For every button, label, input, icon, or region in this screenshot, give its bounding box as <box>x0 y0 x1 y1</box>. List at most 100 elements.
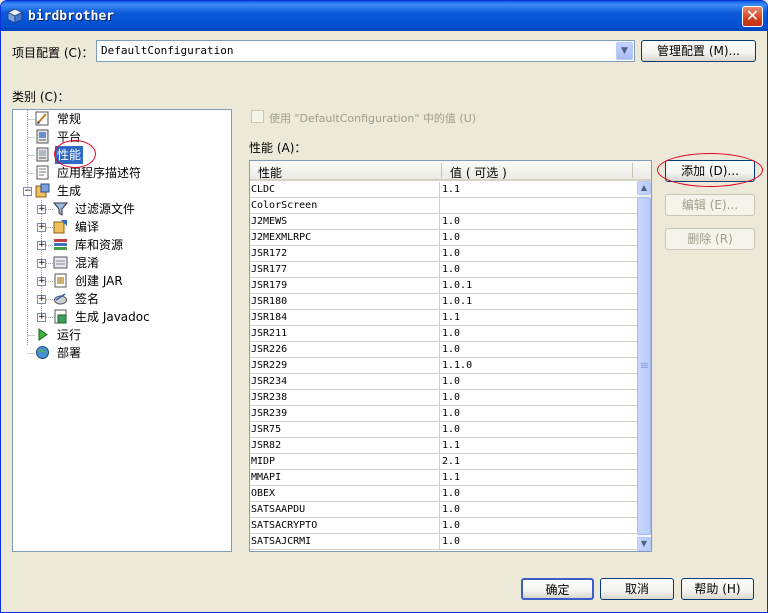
add-button[interactable]: 添加 (D)... <box>665 160 755 182</box>
collapse-toggle[interactable]: − <box>23 187 32 196</box>
column-header-value[interactable]: 值 ( 可选 ) <box>450 164 507 181</box>
ability-value-cell[interactable]: 1.0 <box>442 246 637 262</box>
title-bar[interactable]: birdbrother ✕ <box>1 1 767 31</box>
table-row[interactable]: JSR75 1.0 <box>250 422 639 438</box>
ability-name-cell[interactable]: JSR229 <box>251 358 440 374</box>
table-row[interactable]: MMAPI 1.1 <box>250 470 639 486</box>
ability-name-cell[interactable]: SATSAJCRMI <box>251 534 440 550</box>
expand-toggle[interactable]: + <box>37 313 46 322</box>
table-row[interactable]: JSR184 1.1 <box>250 310 639 326</box>
ability-name-cell[interactable]: JSR180 <box>251 294 440 310</box>
table-row[interactable]: JSR177 1.0 <box>250 262 639 278</box>
ability-value-cell[interactable] <box>442 198 637 214</box>
scroll-up-button[interactable]: ▲ <box>637 181 651 195</box>
help-button[interactable]: 帮助 (H) <box>681 578 754 600</box>
remove-button[interactable]: 删除 (R) <box>665 228 755 250</box>
ability-name-cell[interactable]: JSR239 <box>251 406 440 422</box>
ability-value-cell[interactable]: 1.0 <box>442 518 637 534</box>
ability-name-cell[interactable]: JSR172 <box>251 246 440 262</box>
expand-toggle[interactable]: + <box>37 205 46 214</box>
ability-value-cell[interactable]: 1.0 <box>442 390 637 406</box>
ability-name-cell[interactable]: MIDP <box>251 454 440 470</box>
column-divider[interactable] <box>441 163 442 178</box>
table-row[interactable]: CLDC 1.1 <box>250 182 639 198</box>
ability-name-cell[interactable]: ColorScreen <box>251 198 440 214</box>
project-properties-dialog: birdbrother ✕ 项目配置 (C)： DefaultConfigura… <box>0 0 768 613</box>
vertical-scrollbar[interactable]: ▲ ▼ <box>637 181 651 551</box>
scroll-thumb[interactable] <box>637 197 651 535</box>
cancel-button[interactable]: 取消 <box>600 578 674 600</box>
ability-name-cell[interactable]: JSR82 <box>251 438 440 454</box>
ability-name-cell[interactable]: JSR179 <box>251 278 440 294</box>
ability-value-cell[interactable]: 1.0.1 <box>442 294 637 310</box>
ability-value-cell[interactable]: 1.1 <box>442 470 637 486</box>
ability-name-cell[interactable]: JSR177 <box>251 262 440 278</box>
expand-toggle[interactable]: + <box>37 295 46 304</box>
ability-value-cell[interactable]: 2.1 <box>442 454 637 470</box>
ability-value-cell[interactable]: 1.0 <box>442 230 637 246</box>
ability-value-cell[interactable]: 1.0 <box>442 406 637 422</box>
table-row[interactable]: JSR82 1.1 <box>250 438 639 454</box>
table-row[interactable]: JSR180 1.0.1 <box>250 294 639 310</box>
ability-value-cell[interactable]: 1.0 <box>442 326 637 342</box>
table-row[interactable]: J2MEXMLRPC 1.0 <box>250 230 639 246</box>
table-row[interactable]: MIDP 2.1 <box>250 454 639 470</box>
ability-name-cell[interactable]: JSR75 <box>251 422 440 438</box>
tree-item-label: 性能 <box>55 146 84 164</box>
edit-button[interactable]: 编辑 (E)... <box>665 194 755 216</box>
table-row[interactable]: JSR229 1.1.0 <box>250 358 639 374</box>
ability-name-cell[interactable]: CLDC <box>251 182 440 198</box>
chevron-down-icon[interactable]: ▼ <box>616 42 633 60</box>
table-row[interactable]: JSR179 1.0.1 <box>250 278 639 294</box>
ability-value-cell[interactable]: 1.0 <box>442 342 637 358</box>
table-row[interactable]: SATSACRYPTO 1.0 <box>250 518 639 534</box>
close-button[interactable]: ✕ <box>742 6 763 27</box>
ability-name-cell[interactable]: J2MEXMLRPC <box>251 230 440 246</box>
ability-value-cell[interactable]: 1.1 <box>442 438 637 454</box>
ability-value-cell[interactable]: 1.0.1 <box>442 278 637 294</box>
use-default-checkbox[interactable] <box>251 110 264 123</box>
expand-toggle[interactable]: + <box>37 259 46 268</box>
ability-value-cell[interactable]: 1.0 <box>442 502 637 518</box>
ability-name-cell[interactable]: OBEX <box>251 486 440 502</box>
tree-item-label: 应用程序描述符 <box>57 166 142 180</box>
table-row[interactable]: JSR234 1.0 <box>250 374 639 390</box>
expand-toggle[interactable]: + <box>37 223 46 232</box>
config-select[interactable]: DefaultConfiguration ▼ <box>96 40 635 62</box>
ability-name-cell[interactable]: JSR211 <box>251 326 440 342</box>
table-row[interactable]: JSR238 1.0 <box>250 390 639 406</box>
ability-value-cell[interactable]: 1.1 <box>442 182 637 198</box>
ability-value-cell[interactable]: 1.1.0 <box>442 358 637 374</box>
table-row[interactable]: JSR226 1.0 <box>250 342 639 358</box>
expand-toggle[interactable]: + <box>37 277 46 286</box>
ability-name-cell[interactable]: SATSAAPDU <box>251 502 440 518</box>
table-row[interactable]: J2MEWS 1.0 <box>250 214 639 230</box>
column-header-ability[interactable]: 性能 <box>258 164 282 181</box>
ability-name-cell[interactable]: SATSACRYPTO <box>251 518 440 534</box>
table-row[interactable]: SATSAAPDU 1.0 <box>250 502 639 518</box>
ability-value-cell[interactable]: 1.0 <box>442 262 637 278</box>
table-row[interactable]: OBEX 1.0 <box>250 486 639 502</box>
table-row[interactable]: JSR239 1.0 <box>250 406 639 422</box>
table-row[interactable]: JSR211 1.0 <box>250 326 639 342</box>
ability-value-cell[interactable]: 1.0 <box>442 486 637 502</box>
ability-value-cell[interactable]: 1.0 <box>442 374 637 390</box>
scroll-down-button[interactable]: ▼ <box>637 537 651 551</box>
ability-name-cell[interactable]: JSR226 <box>251 342 440 358</box>
table-row[interactable]: SATSAJCRMI 1.0 <box>250 534 639 550</box>
ability-value-cell[interactable]: 1.0 <box>442 534 637 550</box>
manage-config-button[interactable]: 管理配置 (M)... <box>641 40 756 62</box>
ability-value-cell[interactable]: 1.0 <box>442 422 637 438</box>
table-row[interactable]: JSR172 1.0 <box>250 246 639 262</box>
column-divider[interactable] <box>632 163 633 178</box>
ability-name-cell[interactable]: JSR234 <box>251 374 440 390</box>
ability-value-cell[interactable]: 1.0 <box>442 214 637 230</box>
ability-name-cell[interactable]: J2MEWS <box>251 214 440 230</box>
expand-toggle[interactable]: + <box>37 241 46 250</box>
ability-name-cell[interactable]: JSR184 <box>251 310 440 326</box>
ability-name-cell[interactable]: JSR238 <box>251 390 440 406</box>
ability-value-cell[interactable]: 1.1 <box>442 310 637 326</box>
ok-button[interactable]: 确定 <box>521 578 594 600</box>
ability-name-cell[interactable]: MMAPI <box>251 470 440 486</box>
table-row[interactable]: ColorScreen <box>250 198 639 214</box>
